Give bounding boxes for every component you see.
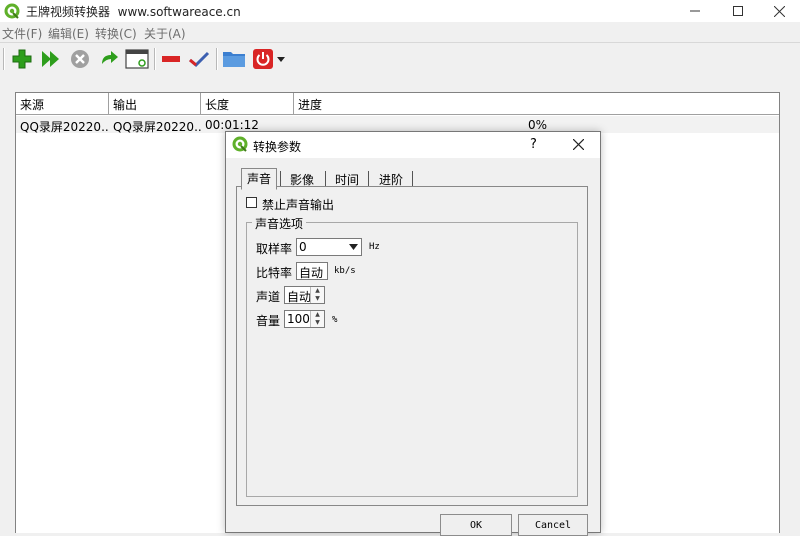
toolbar-grip (3, 48, 5, 70)
start-icon (42, 51, 59, 67)
volume-value: 100 (287, 312, 310, 326)
redo-icon (102, 51, 118, 64)
tab-separator (280, 171, 281, 186)
toolbar-separator (216, 48, 218, 70)
help-button[interactable]: ? (530, 137, 537, 152)
column-header-source[interactable]: 来源 (16, 93, 109, 115)
app-name: 王牌视频转换器 (26, 5, 111, 19)
remove-button[interactable] (158, 47, 184, 71)
tab-separator (368, 171, 369, 186)
redo-button[interactable] (96, 47, 122, 71)
power-dropdown-button[interactable] (274, 47, 288, 71)
check-icon (189, 51, 210, 68)
tab-advanced[interactable]: 进阶 (374, 170, 408, 190)
row-progress: 0% (528, 118, 548, 132)
spin-down-icon[interactable]: ▼ (311, 295, 324, 303)
channel-value: 自动 (287, 290, 312, 304)
chevron-down-icon (348, 244, 358, 250)
app-website: www.softwareace.cn (117, 5, 241, 19)
stop-button[interactable] (67, 47, 93, 71)
column-header-duration[interactable]: 长度 (201, 93, 294, 115)
close-icon (773, 5, 785, 17)
tab-video[interactable]: 影像 (285, 170, 319, 190)
toolbar-separator (154, 48, 156, 70)
sample-rate-dropdown-button[interactable] (345, 239, 361, 255)
menu-about[interactable]: 关于(A) (144, 25, 186, 42)
column-header-output[interactable]: 输出 (109, 93, 201, 115)
bitrate-value: 自动 (299, 266, 324, 280)
menu-convert[interactable]: 转换(C) (95, 25, 137, 42)
app-logo-icon (232, 136, 248, 152)
power-icon (253, 49, 273, 69)
tab-separator (412, 171, 413, 186)
volume-unit: % (332, 315, 338, 325)
check-button[interactable] (186, 47, 212, 71)
row-duration: 00:01:12 (205, 118, 259, 132)
row-output: QQ录屏20220... (113, 120, 201, 134)
preview-window-button[interactable] (124, 47, 150, 71)
app-logo-icon (4, 3, 20, 19)
dialog-close-button[interactable] (568, 134, 588, 154)
add-file-button[interactable] (9, 47, 35, 71)
maximize-icon (733, 6, 743, 16)
bitrate-label: 比特率 (256, 266, 293, 280)
menu-file[interactable]: 文件(F) (2, 25, 42, 42)
close-window-button[interactable] (756, 0, 800, 22)
mute-audio-checkbox[interactable] (246, 197, 257, 208)
mute-audio-label: 禁止声音输出 (262, 198, 335, 212)
channel-spin-buttons[interactable]: ▲ ▼ (310, 287, 324, 303)
sample-rate-label: 取样率 (256, 242, 293, 256)
row-source: QQ录屏20220... (20, 120, 108, 134)
remove-icon (162, 56, 180, 62)
volume-label: 音量 (256, 314, 281, 328)
spin-up-icon[interactable]: ▲ (311, 287, 324, 295)
stop-icon (71, 50, 89, 68)
channel-label: 声道 (256, 290, 281, 304)
column-header-progress[interactable]: 进度 (294, 93, 779, 115)
tab-audio[interactable]: 声音 (241, 168, 278, 190)
power-button[interactable] (250, 47, 276, 71)
sample-rate-value: 0 (299, 240, 307, 254)
audio-options-group-label: 声音选项 (252, 215, 307, 232)
spin-down-icon[interactable]: ▼ (311, 319, 324, 327)
spin-up-icon[interactable]: ▲ (311, 311, 324, 319)
menu-edit[interactable]: 编辑(E) (48, 25, 89, 42)
start-convert-button[interactable] (38, 47, 64, 71)
sample-rate-unit: Hz (369, 242, 380, 252)
volume-spin-buttons[interactable]: ▲ ▼ (310, 311, 324, 327)
dropdown-icon (277, 57, 285, 62)
window-title: 王牌视频转换器 www.softwareace.cn (26, 3, 241, 20)
maximize-button[interactable] (715, 0, 761, 22)
dialog-title: 转换参数 (253, 140, 302, 154)
minimize-button[interactable] (672, 0, 718, 22)
minimize-icon (690, 10, 700, 12)
window-icon (125, 49, 149, 69)
folder-icon (223, 52, 245, 67)
tab-separator (325, 171, 326, 186)
add-icon (12, 49, 32, 69)
open-folder-button[interactable] (221, 47, 247, 71)
tab-time[interactable]: 时间 (330, 170, 364, 190)
bitrate-input[interactable]: 自动 (296, 262, 328, 280)
close-icon (572, 138, 584, 150)
bitrate-unit: kb/s (334, 266, 356, 276)
